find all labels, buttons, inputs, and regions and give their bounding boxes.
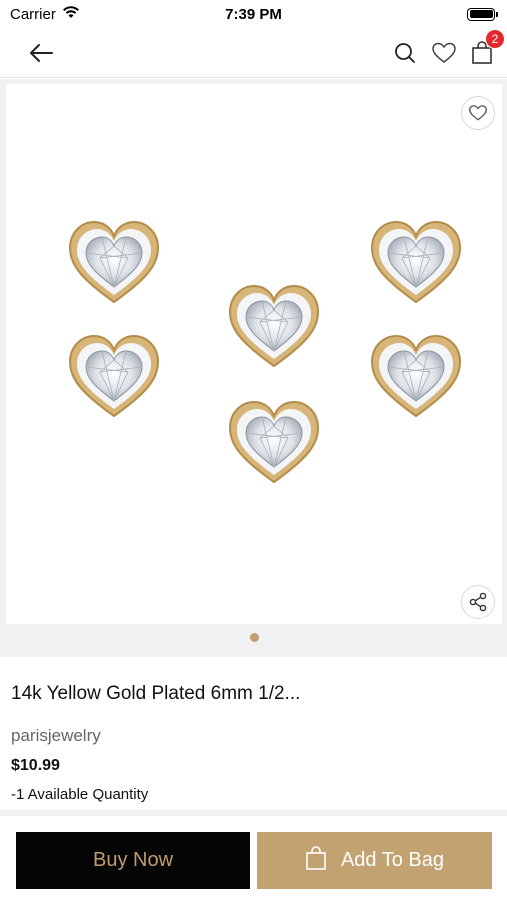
cart-count-badge: 2 xyxy=(485,28,505,49)
share-icon[interactable] xyxy=(461,585,495,619)
carousel-page-indicator[interactable] xyxy=(250,633,259,642)
search-icon[interactable] xyxy=(393,41,417,65)
product-vendor[interactable]: parisjewelry xyxy=(11,726,101,746)
section-divider xyxy=(0,810,507,816)
product-info: 14k Yellow Gold Plated 6mm 1/2... parisj… xyxy=(0,657,507,812)
wifi-icon xyxy=(62,5,80,23)
add-to-bag-label: Add To Bag xyxy=(340,849,445,871)
wishlist-heart-icon[interactable] xyxy=(431,41,457,65)
product-title: 14k Yellow Gold Plated 6mm 1/2... xyxy=(11,683,301,704)
product-image[interactable] xyxy=(6,84,502,624)
back-arrow-icon[interactable] xyxy=(28,43,54,63)
product-price: $10.99 xyxy=(11,757,60,774)
add-to-bag-button[interactable]: Add To Bag xyxy=(257,832,492,889)
buy-now-label: Buy Now xyxy=(92,849,174,871)
buy-now-button[interactable]: Buy Now xyxy=(16,832,250,889)
carrier-label: Carrier xyxy=(10,5,56,23)
bag-icon xyxy=(305,845,327,877)
nav-actions: 2 xyxy=(393,28,505,65)
favorite-heart-icon[interactable] xyxy=(461,96,495,130)
cart-bag-icon[interactable]: 2 xyxy=(471,28,505,65)
status-bar: Carrier 7:39 PM xyxy=(0,0,507,28)
status-left: Carrier xyxy=(10,5,80,23)
available-quantity: -1 Available Quantity xyxy=(11,786,149,803)
battery-icon xyxy=(467,7,498,21)
nav-bar: 2 xyxy=(0,28,507,78)
